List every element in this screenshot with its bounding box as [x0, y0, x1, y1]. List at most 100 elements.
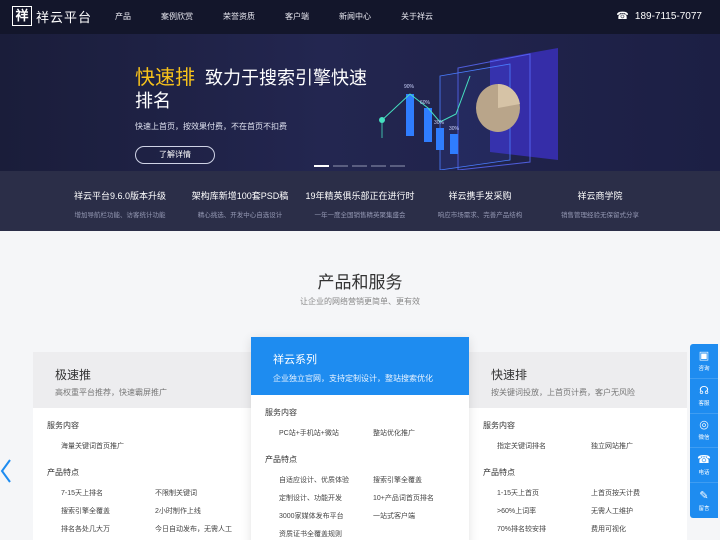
logo[interactable]: 祥 祥云平台	[12, 6, 92, 26]
chart-label-1: 90%	[404, 84, 415, 90]
feature-item: 10+产品词首页排名	[373, 495, 434, 502]
sidebar-item-service[interactable]: ☊ 客服	[690, 379, 718, 414]
sidebar-item-consult[interactable]: ▣ 咨询	[690, 344, 718, 379]
strip-item-psd[interactable]: 架构库新增100套PSD稿 精心挑选、开发中心自选设计	[180, 171, 300, 231]
strip-item-club[interactable]: 19年精英俱乐部正在进行时 一年一度全国销售精英聚集盛会	[300, 171, 420, 231]
product-card-xiangyun[interactable]: 祥云系列 企业独立官网，支持定制设计，整站搜索优化 服务内容 PC站+手机站+微…	[251, 337, 469, 540]
hero-title: 快速排 致力于搜索引擎快速排名	[135, 67, 375, 113]
carousel-dot[interactable]	[314, 165, 329, 167]
features-list: 7-15天上排名 不限制关键词 搜索引擎全覆盖 2小时制作上线 排名各处几大万 …	[47, 488, 251, 534]
strip-item-upgrade[interactable]: 祥云平台9.6.0版本升级 增加导航栏功能、访客统计功能	[60, 171, 180, 231]
strip-item-desc: 销售管理经验无保留式分享	[561, 212, 639, 219]
edit-icon: ✎	[699, 489, 709, 502]
product-card-kuaisupai[interactable]: 快速排 按关键词投放，上首页计费，客户无风险 服务内容 指定关键词排名 独立网站…	[469, 352, 687, 540]
feature-item: 3000家媒体发布平台	[279, 513, 344, 520]
strip-item-purchase[interactable]: 祥云携手发采购 响应市场需求、完善产品结构	[420, 171, 540, 231]
service-item: 整站优化推广	[373, 430, 415, 437]
sidebar-item-label: 微信	[698, 435, 710, 442]
card-body: 服务内容 海量关键词首页推广 产品特点 7-15天上排名 不限制关键词 搜索引擎…	[33, 408, 251, 534]
features-list: 1-15天上首页 上首页按天计费 >60%上词率 无需人工维护 70%排名较安排…	[483, 488, 687, 534]
main-menu: 产品 案例欣赏 荣誉资质 客户端 新闻中心 关于祥云	[100, 0, 448, 34]
feature-item: 搜索引擎全覆盖	[61, 508, 110, 515]
section-subtitle: 让企业的网络营销更简单、更有效	[300, 297, 420, 306]
learn-more-button[interactable]: 了解详情	[135, 146, 215, 164]
menu-item-cases[interactable]: 案例欣赏	[146, 0, 208, 34]
feature-item: 一站式客户端	[373, 513, 415, 520]
sidebar-item-label: 留言	[698, 505, 710, 512]
feature-item: 费用可视化	[591, 526, 626, 533]
features-label: 产品特点	[483, 468, 515, 477]
feature-item: 无需人工维护	[591, 508, 633, 515]
trend-point	[379, 117, 385, 123]
strip-item-desc: 响应市场需求、完善产品结构	[437, 212, 523, 219]
hero-title-highlight: 快速排	[135, 67, 195, 89]
carousel-dot[interactable]	[371, 165, 386, 167]
menu-item-products[interactable]: 产品	[100, 0, 146, 34]
strip-item-desc: 增加导航栏功能、访客统计功能	[74, 212, 166, 219]
card-name: 极速推	[55, 368, 92, 382]
feature-item: 今日自动发布，无需人工	[155, 526, 232, 533]
feature-item: 2小时制作上线	[155, 508, 201, 515]
services-label: 服务内容	[47, 421, 79, 430]
bar-3	[436, 128, 444, 150]
card-body: 服务内容 PC站+手机站+微站 整站优化推广 产品特点 自适应设计、优质体验 搜…	[251, 395, 469, 539]
hero-subtitle: 快速上首页，按效果付费，不在首页不扣费	[135, 122, 287, 131]
feature-item: 资质证书全覆盖规则	[279, 531, 342, 538]
hero-banner: 快速排 致力于搜索引擎快速排名 快速上首页，按效果付费，不在首页不扣费 了解详情 …	[0, 34, 720, 171]
bar-2	[424, 108, 432, 142]
menu-item-news[interactable]: 新闻中心	[324, 0, 386, 34]
menu-item-about[interactable]: 关于祥云	[386, 0, 448, 34]
section-title: 产品和服务	[317, 273, 403, 292]
strip-item-desc: 一年一度全国销售精英聚集盛会	[314, 212, 406, 219]
carousel-dot[interactable]	[352, 165, 367, 167]
features-label: 产品特点	[47, 468, 79, 477]
sidebar-item-phone[interactable]: ☎ 电话	[690, 448, 718, 484]
phone-number: 189-7115-7077	[634, 11, 702, 22]
phone-contact[interactable]: ☎ 189-7115-7077	[616, 0, 702, 34]
feature-item: 不限制关键词	[155, 490, 197, 497]
services-label: 服务内容	[265, 408, 297, 417]
sidebar-item-message[interactable]: ✎ 留言	[690, 483, 718, 518]
feature-strip: 祥云平台9.6.0版本升级 增加导航栏功能、访客统计功能 架构库新增100套PS…	[0, 171, 720, 231]
chart-label-2: 60%	[420, 100, 431, 106]
feature-item: 排名各处几大万	[61, 526, 110, 533]
feature-item: 1-15天上首页	[497, 490, 540, 497]
telephone-icon: ☎	[697, 454, 711, 467]
carousel-dot[interactable]	[390, 165, 405, 167]
strip-item-title: 祥云商学院	[577, 191, 623, 201]
menu-item-client[interactable]: 客户端	[270, 0, 324, 34]
card-body: 服务内容 指定关键词排名 独立网站推广 产品特点 1-15天上首页 上首页按天计…	[469, 408, 687, 534]
card-name: 快速排	[491, 368, 528, 382]
card-header: 极速推 高权重平台推荐，快速霸屏推广	[33, 352, 251, 408]
sidebar-item-label: 电话	[698, 470, 710, 477]
menu-item-honors[interactable]: 荣誉资质	[208, 0, 270, 34]
strip-item-title: 祥云平台9.6.0版本升级	[73, 191, 167, 201]
top-navigation: 祥 祥云平台 产品 案例欣赏 荣誉资质 客户端 新闻中心 关于祥云 ☎ 189-…	[0, 0, 720, 34]
product-card-jisutui[interactable]: 极速推 高权重平台推荐，快速霸屏推广 服务内容 海量关键词首页推广 产品特点 7…	[33, 352, 251, 540]
service-item: 海量关键词首页推广	[61, 443, 124, 450]
bar-4	[450, 134, 458, 154]
strip-item-academy[interactable]: 祥云商学院 销售管理经验无保留式分享	[540, 171, 660, 231]
chat-icon: ▣	[698, 349, 710, 362]
logo-mark: 祥	[12, 6, 32, 26]
feature-item: 自适应设计、优质体验	[279, 477, 349, 484]
services-label: 服务内容	[483, 421, 515, 430]
carousel-dot[interactable]	[333, 165, 348, 167]
wechat-icon: ◎	[699, 419, 709, 432]
carousel-dots	[314, 165, 405, 167]
card-name: 祥云系列	[273, 354, 317, 366]
service-item: PC站+手机站+微站	[279, 430, 339, 437]
features-label: 产品特点	[265, 455, 297, 464]
chevron-left-icon[interactable]	[0, 458, 14, 484]
card-desc: 按关键词投放，上首页计费，客户无风险	[491, 388, 635, 397]
phone-icon: ☎	[616, 11, 629, 22]
sidebar-item-wechat[interactable]: ◎ 微信	[690, 414, 718, 449]
hero-illustration: 90% 60% 30% 30%	[379, 48, 558, 170]
sidebar-item-label: 咨询	[698, 365, 710, 372]
strip-item-title: 架构库新增100套PSD稿	[191, 191, 289, 201]
services-list: 指定关键词排名 独立网站推广	[483, 441, 687, 451]
feature-item: 定制设计、功能开发	[279, 495, 342, 502]
feature-item: 上首页按天计费	[591, 490, 640, 497]
logo-text: 祥云平台	[36, 9, 93, 25]
services-list: PC站+手机站+微站 整站优化推广	[265, 428, 469, 438]
